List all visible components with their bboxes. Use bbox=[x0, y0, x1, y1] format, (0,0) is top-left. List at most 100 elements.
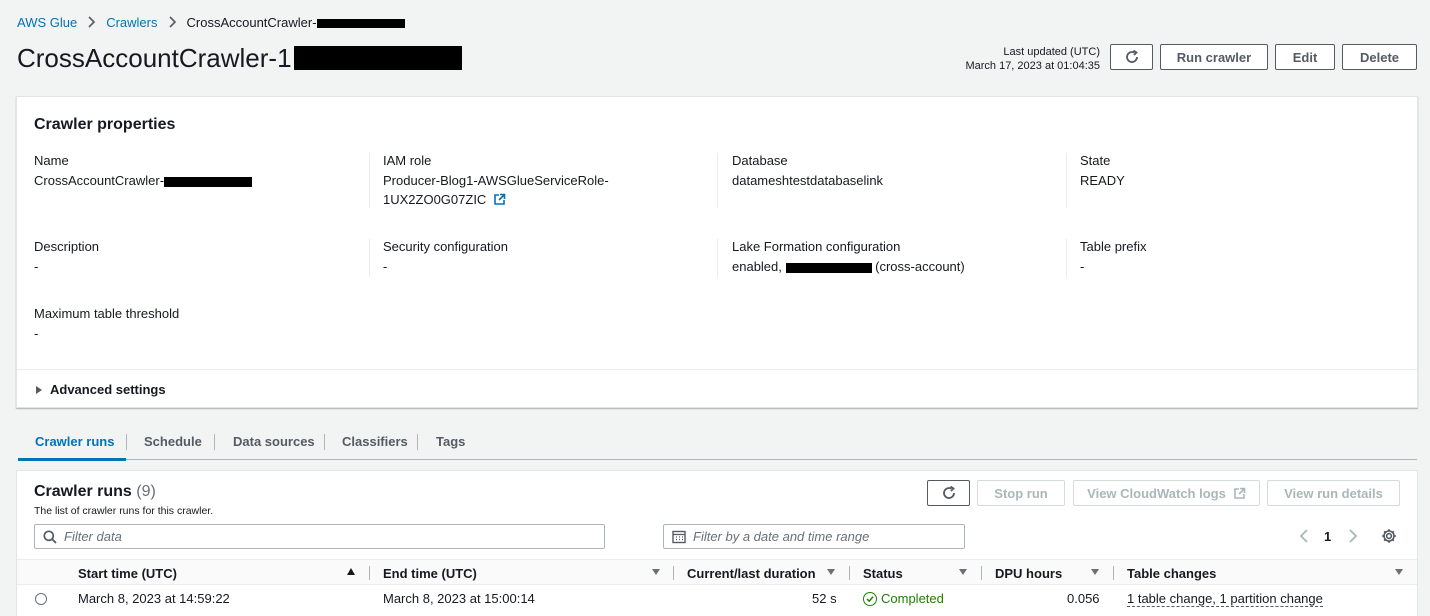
filter-data-input[interactable]: Filter data bbox=[34, 524, 605, 549]
refresh-runs-button[interactable] bbox=[927, 480, 970, 506]
table-prefix-value: - bbox=[1080, 259, 1085, 274]
breadcrumb-crawlers[interactable]: Crawlers bbox=[106, 15, 157, 30]
date-range-filter[interactable]: Filter by a date and time range bbox=[663, 524, 965, 549]
crawler-runs-panel: Crawler runs (9) The list of crawler run… bbox=[16, 470, 1418, 616]
column-divider bbox=[717, 239, 718, 277]
state-label: State bbox=[1080, 153, 1111, 168]
column-divider bbox=[1066, 153, 1067, 208]
iam-role-line1: Producer-Blog1-AWSGlueServiceRole- bbox=[383, 173, 609, 188]
col-table-changes[interactable]: Table changes bbox=[1127, 566, 1216, 581]
column-divider bbox=[1066, 239, 1067, 277]
redaction-bar bbox=[164, 176, 253, 187]
last-updated-value: March 17, 2023 at 01:04:35 bbox=[965, 60, 1100, 72]
breadcrumb-current-label: CrossAccountCrawler- bbox=[186, 14, 317, 30]
description-value: - bbox=[34, 259, 39, 274]
security-config-value: - bbox=[383, 259, 388, 274]
chevron-right-icon bbox=[88, 16, 96, 28]
col-dpu-hours[interactable]: DPU hours bbox=[995, 566, 1062, 581]
database-value: datameshtestdatabaselink bbox=[732, 173, 884, 188]
runs-table-header: Start time (UTC) End time (UTC) Current/… bbox=[17, 559, 1417, 585]
next-page-icon[interactable] bbox=[1348, 529, 1358, 543]
last-updated-label: Last updated (UTC) bbox=[1003, 46, 1100, 58]
cell-status: Completed bbox=[863, 591, 944, 606]
view-cloudwatch-logs-button[interactable]: View CloudWatch logs bbox=[1073, 480, 1260, 506]
name-label: Name bbox=[34, 153, 69, 168]
stop-run-button[interactable]: Stop run bbox=[977, 480, 1065, 506]
iam-role-line2: 1UX2ZO0G07ZIC bbox=[383, 192, 487, 207]
lakeformation-prefix: enabled, bbox=[732, 259, 782, 274]
crawler-runs-count: (9) bbox=[136, 483, 156, 500]
security-config-label: Security configuration bbox=[383, 239, 509, 254]
filter-data-placeholder: Filter data bbox=[64, 529, 122, 544]
breadcrumb-aws-glue[interactable]: AWS Glue bbox=[17, 15, 77, 30]
tab-separator bbox=[126, 434, 127, 450]
advanced-settings-toggle[interactable]: Advanced settings bbox=[36, 382, 166, 397]
edit-button[interactable]: Edit bbox=[1275, 44, 1335, 70]
col-status[interactable]: Status bbox=[863, 566, 903, 581]
table-prefix-label: Table prefix bbox=[1080, 239, 1147, 254]
delete-button[interactable]: Delete bbox=[1342, 44, 1417, 70]
cell-table-changes[interactable]: 1 table change, 1 partition change bbox=[1127, 591, 1323, 607]
tab-separator bbox=[324, 434, 325, 450]
previous-page-icon[interactable] bbox=[1299, 529, 1309, 543]
caret-right-icon bbox=[36, 385, 42, 394]
lakeformation-label: Lake Formation configuration bbox=[732, 239, 901, 254]
sort-icon[interactable] bbox=[652, 569, 660, 575]
sort-icon[interactable] bbox=[1091, 569, 1099, 575]
active-tab-indicator bbox=[18, 458, 126, 461]
sort-icon[interactable] bbox=[959, 569, 967, 575]
col-duration[interactable]: Current/last duration bbox=[687, 566, 816, 581]
success-check-icon bbox=[863, 591, 877, 606]
redaction-bar bbox=[316, 18, 405, 28]
crawler-runs-title-text: Crawler runs bbox=[34, 483, 132, 500]
tab-separator bbox=[417, 434, 418, 450]
tab-crawler-runs[interactable]: Crawler runs bbox=[35, 434, 114, 449]
iam-role-link[interactable]: Producer-Blog1-AWSGlueServiceRole- 1UX2Z… bbox=[383, 171, 609, 209]
sort-ascending-icon[interactable] bbox=[347, 568, 355, 575]
tab-tags[interactable]: Tags bbox=[436, 434, 465, 449]
row-select-radio[interactable] bbox=[35, 593, 47, 605]
col-end-time[interactable]: End time (UTC) bbox=[383, 566, 477, 581]
cell-dpu-hours: 0.056 bbox=[1067, 591, 1100, 606]
redaction-bar bbox=[293, 46, 462, 70]
chevron-right-icon bbox=[168, 16, 176, 28]
crawler-properties-title: Crawler properties bbox=[34, 116, 176, 133]
name-value-text: CrossAccountCrawler- bbox=[34, 173, 165, 188]
divider bbox=[17, 369, 1417, 370]
status-label: Completed bbox=[881, 591, 944, 606]
cell-end-time: March 8, 2023 at 15:00:14 bbox=[383, 591, 535, 606]
advanced-settings-label: Advanced settings bbox=[50, 382, 166, 397]
settings-gear-icon[interactable] bbox=[1381, 528, 1397, 544]
tab-data-sources[interactable]: Data sources bbox=[233, 434, 315, 449]
sort-icon[interactable] bbox=[827, 569, 835, 575]
column-divider bbox=[717, 153, 718, 208]
tab-schedule[interactable]: Schedule bbox=[144, 434, 202, 449]
max-threshold-value: - bbox=[34, 326, 39, 341]
date-range-placeholder: Filter by a date and time range bbox=[693, 529, 870, 544]
tab-separator bbox=[214, 434, 215, 450]
refresh-button[interactable] bbox=[1110, 44, 1153, 70]
name-value: CrossAccountCrawler- bbox=[34, 171, 253, 190]
page-title: CrossAccountCrawler-1 bbox=[17, 41, 462, 75]
col-start-time[interactable]: Start time (UTC) bbox=[78, 566, 177, 581]
max-threshold-label: Maximum table threshold bbox=[34, 306, 180, 321]
lakeformation-suffix: (cross-account) bbox=[875, 259, 965, 274]
tab-classifiers[interactable]: Classifiers bbox=[342, 434, 408, 449]
refresh-icon bbox=[1125, 49, 1138, 63]
state-value: READY bbox=[1080, 173, 1125, 188]
external-link-icon bbox=[494, 193, 506, 205]
external-link-icon bbox=[1234, 487, 1246, 499]
iam-role-label: IAM role bbox=[383, 153, 432, 168]
iam-role-line2-wrap: 1UX2ZO0G07ZIC bbox=[383, 190, 609, 209]
view-run-details-button[interactable]: View run details bbox=[1267, 480, 1400, 506]
redaction-bar bbox=[785, 262, 872, 273]
run-crawler-button[interactable]: Run crawler bbox=[1160, 44, 1268, 70]
page-number[interactable]: 1 bbox=[1324, 529, 1331, 544]
sort-icon[interactable] bbox=[1395, 569, 1403, 575]
column-separator bbox=[981, 566, 982, 580]
description-label: Description bbox=[34, 239, 100, 254]
column-separator bbox=[369, 566, 370, 580]
database-label: Database bbox=[732, 153, 788, 168]
refresh-icon bbox=[942, 485, 955, 499]
page-title-text: CrossAccountCrawler-1 bbox=[17, 43, 292, 73]
